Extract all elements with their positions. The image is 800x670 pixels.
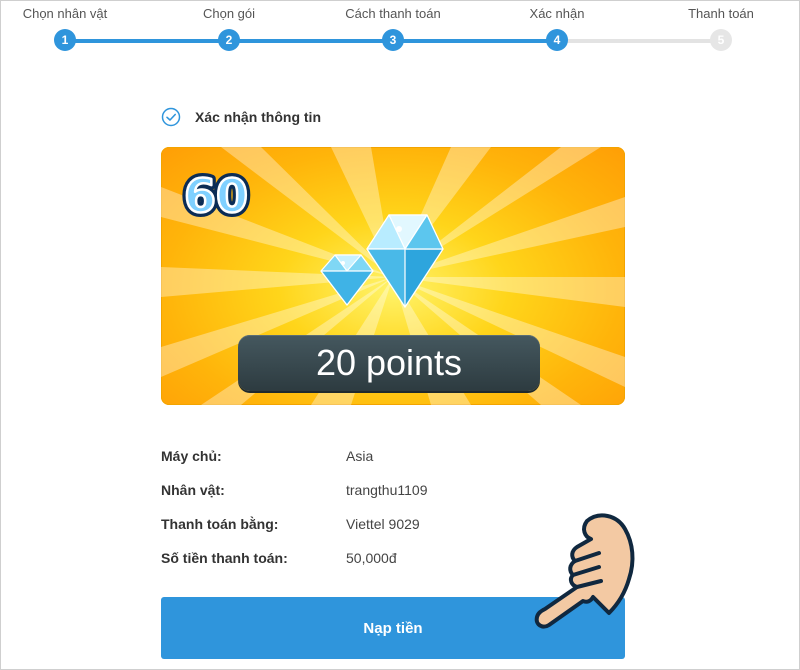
step-number: 5 bbox=[710, 29, 732, 51]
confirm-heading: Xác nhận thông tin bbox=[161, 104, 321, 130]
step-payment-method[interactable]: Cách thanh toán 3 bbox=[333, 1, 453, 51]
detail-key: Thanh toán bằng: bbox=[161, 516, 279, 532]
page-frame: Chọn nhân vật 1 Chọn gói 2 Cách thanh to… bbox=[0, 0, 800, 670]
detail-key: Nhân vật: bbox=[161, 482, 225, 498]
package-card: 60 60 20 points bbox=[161, 147, 625, 405]
pointing-hand-icon bbox=[534, 513, 635, 629]
detail-key: Máy chủ: bbox=[161, 448, 222, 464]
detail-value: Asia bbox=[346, 448, 374, 464]
detail-value: Viettel 9029 bbox=[346, 516, 420, 532]
step-number: 3 bbox=[382, 29, 404, 51]
detail-key: Số tiền thanh toán: bbox=[161, 550, 288, 566]
detail-value: 50,000đ bbox=[346, 550, 397, 566]
points-label: 20 points bbox=[238, 335, 540, 391]
step-choose-package[interactable]: Chọn gói 2 bbox=[169, 1, 289, 51]
step-confirm[interactable]: Xác nhận 4 bbox=[497, 1, 617, 51]
step-label: Thanh toán bbox=[688, 6, 754, 21]
step-label: Xác nhận bbox=[529, 6, 585, 21]
detail-value: trangthu1109 bbox=[346, 482, 428, 498]
step-label: Chọn gói bbox=[202, 6, 256, 21]
step-choose-character[interactable]: Chọn nhân vật 1 bbox=[5, 1, 125, 51]
badge-60-icon: 60 60 bbox=[179, 167, 252, 221]
step-number: 2 bbox=[218, 29, 240, 51]
check-circle-icon bbox=[161, 107, 181, 127]
step-payment: Thanh toán 5 bbox=[661, 1, 781, 51]
progress-stepper: Chọn nhân vật 1 Chọn gói 2 Cách thanh to… bbox=[1, 1, 800, 61]
stepper-track-completed bbox=[65, 39, 557, 43]
step-number: 1 bbox=[54, 29, 76, 51]
diamond-icon bbox=[320, 214, 444, 308]
step-label: Cách thanh toán bbox=[345, 6, 441, 21]
step-number: 4 bbox=[546, 29, 568, 51]
confirm-title: Xác nhận thông tin bbox=[195, 109, 321, 125]
step-label: Chọn nhân vật bbox=[22, 6, 108, 21]
package-badge-text: 60 bbox=[184, 169, 248, 221]
